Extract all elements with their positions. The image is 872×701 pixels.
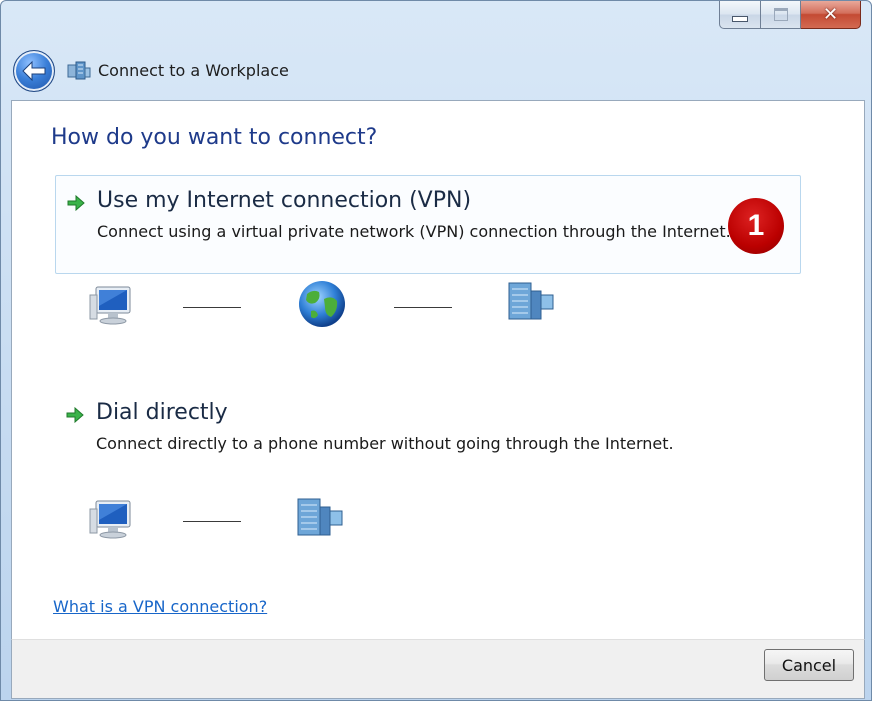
option-vpn-description: Connect using a virtual private network … <box>97 222 731 241</box>
minimize-button[interactable] <box>719 1 761 29</box>
office-building-icon <box>297 498 343 536</box>
connection-line <box>394 307 452 308</box>
dialog-window: ✕ Connect to a Workplace How do you want… <box>0 0 872 701</box>
back-button[interactable] <box>13 50 55 92</box>
callout-badge: 1 <box>728 198 784 254</box>
minimize-icon <box>732 15 748 22</box>
back-arrow-icon <box>22 60 46 82</box>
connection-line <box>183 521 241 522</box>
green-arrow-icon <box>66 407 84 423</box>
close-icon: ✕ <box>822 4 839 25</box>
vpn-help-link[interactable]: What is a VPN connection? <box>53 597 267 616</box>
dial-diagram <box>12 491 864 551</box>
close-button[interactable]: ✕ <box>801 1 861 29</box>
globe-icon <box>299 281 345 327</box>
option-dial-title: Dial directly <box>96 400 228 425</box>
computer-icon <box>89 286 131 325</box>
vpn-diagram <box>12 277 864 337</box>
option-dial-description: Connect directly to a phone number witho… <box>96 434 674 453</box>
cancel-button[interactable]: Cancel <box>764 649 854 681</box>
workplace-network-icon <box>67 61 91 80</box>
dialog-footer: Cancel <box>11 639 865 699</box>
page-heading: How do you want to connect? <box>51 125 378 150</box>
maximize-button <box>761 1 801 29</box>
green-arrow-icon <box>67 195 85 211</box>
option-vpn-title: Use my Internet connection (VPN) <box>97 188 472 213</box>
option-vpn[interactable]: Use my Internet connection (VPN) Connect… <box>55 175 801 274</box>
content-panel: How do you want to connect? Use my Inter… <box>11 100 865 640</box>
maximize-icon <box>773 8 788 21</box>
option-dial[interactable]: Dial directly Connect directly to a phon… <box>55 388 801 487</box>
window-controls: ✕ <box>719 1 861 31</box>
connection-line <box>183 307 241 308</box>
computer-icon <box>89 500 131 539</box>
window-title: Connect to a Workplace <box>98 61 289 80</box>
office-building-icon <box>508 282 554 320</box>
